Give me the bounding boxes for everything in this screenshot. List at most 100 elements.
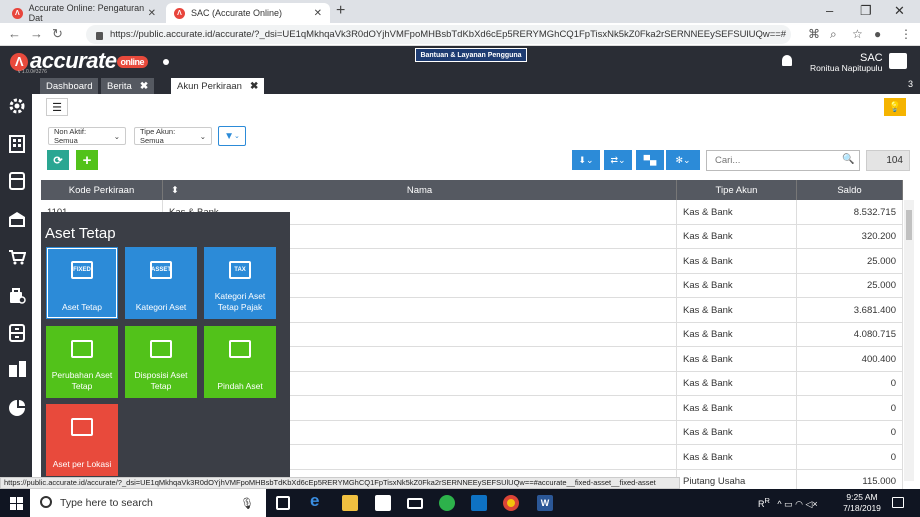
restore-icon[interactable]: ❐: [860, 3, 872, 19]
filter-button[interactable]: ▼ ⌄: [218, 126, 246, 146]
ledger-icon[interactable]: [8, 172, 26, 190]
chrome-icon[interactable]: [503, 495, 519, 511]
cell-saldo: 0: [797, 420, 903, 445]
close-icon[interactable]: ✕: [314, 8, 322, 19]
cell-saldo: 4.080.715: [797, 322, 903, 347]
scrollbar-thumb[interactable]: [906, 210, 912, 240]
tab-dashboard[interactable]: Dashboard: [40, 78, 100, 94]
print-icon: ▀▄: [643, 155, 657, 165]
chevron-down-icon: ⌄: [234, 133, 240, 140]
tile-label: Kategori Aset Tetap Pajak: [214, 291, 266, 312]
reload-icon[interactable]: ↻: [52, 26, 63, 42]
settings-button[interactable]: ✻⌄: [666, 150, 700, 170]
cart-icon[interactable]: [8, 248, 26, 266]
search-icon: [40, 496, 52, 508]
tile-label: Perubahan Aset Tetap: [51, 370, 113, 391]
zoom-icon[interactable]: ⌕: [830, 27, 837, 42]
tile-asset-disposal[interactable]: Disposisi Aset Tetap: [125, 326, 197, 398]
close-icon[interactable]: ✕: [148, 8, 156, 19]
asset-change-icon: [71, 340, 93, 358]
cell-tipe: Kas & Bank: [677, 200, 797, 224]
add-button[interactable]: +: [76, 150, 98, 170]
building-icon[interactable]: [8, 135, 26, 153]
pie-chart-icon[interactable]: [8, 399, 26, 417]
close-window-icon[interactable]: ✕: [894, 3, 905, 19]
download-button[interactable]: ⬇⌄: [572, 150, 600, 170]
browser-tab-active[interactable]: Λ SAC (Accurate Online) ✕: [166, 3, 330, 23]
clock[interactable]: 9:25 AM 7/18/2019: [838, 492, 886, 514]
mail-icon[interactable]: [407, 498, 423, 509]
col-nama-label: Nama: [406, 184, 433, 196]
col-nama[interactable]: ⬍ Nama: [163, 180, 677, 200]
col-tipe[interactable]: Tipe Akun: [677, 180, 797, 200]
lightbulb-icon[interactable]: 💡: [884, 98, 906, 116]
outlook-icon[interactable]: [471, 495, 487, 511]
cell-saldo: 0: [797, 371, 903, 396]
tab-count[interactable]: 3: [908, 79, 913, 89]
close-icon[interactable]: ✖: [250, 81, 258, 92]
col-kode[interactable]: Kode Perkiraan: [41, 180, 163, 200]
word-icon[interactable]: W: [537, 495, 553, 511]
file-explorer-icon[interactable]: [342, 495, 358, 511]
transfer-button[interactable]: ⇄⌄: [604, 150, 632, 170]
print-button[interactable]: ▀▄: [636, 150, 664, 170]
microphone-icon[interactable]: 🎙: [240, 497, 254, 510]
task-view-icon[interactable]: [276, 496, 290, 510]
star-icon[interactable]: ☆: [852, 27, 863, 41]
asset-move-icon: [229, 340, 251, 358]
minimize-icon[interactable]: –: [826, 3, 833, 18]
filter-label: Non Aktif: Semua: [54, 127, 87, 145]
tab-label: Akun Perkiraan: [177, 80, 242, 92]
tab-berita[interactable]: Berita ✖: [101, 78, 156, 94]
notification-icon[interactable]: [892, 497, 904, 508]
windows-start-icon[interactable]: [10, 497, 23, 510]
col-saldo[interactable]: Saldo: [797, 180, 903, 200]
profile-icon[interactable]: ●: [874, 27, 881, 41]
bank-icon[interactable]: [8, 210, 26, 228]
refresh-button[interactable]: ⟳: [47, 150, 69, 170]
url-text: https://public.accurate.id/accurate/?_ds…: [110, 29, 787, 40]
funnel-icon: ▼: [224, 130, 235, 142]
list-view-icon[interactable]: ☰: [46, 98, 68, 116]
url-field[interactable]: https://public.accurate.id/accurate/?_ds…: [86, 25, 791, 44]
tile-asset-location[interactable]: Aset per Lokasi: [46, 404, 118, 476]
tile-tax-category[interactable]: TAX Kategori Aset Tetap Pajak: [204, 247, 276, 319]
settings-gear-icon[interactable]: [8, 97, 26, 115]
cell-saldo: 8.532.715: [797, 200, 903, 224]
tile-asset-move[interactable]: Pindah Aset: [204, 326, 276, 398]
tipe-akun-filter[interactable]: Tipe Akun: Semua ⌄: [134, 127, 212, 145]
tile-asset-change[interactable]: Perubahan Aset Tetap: [46, 326, 118, 398]
forward-icon[interactable]: →: [30, 26, 43, 41]
cell-tipe: Kas & Bank: [677, 273, 797, 298]
fixed-asset-module-icon[interactable]: [8, 360, 26, 378]
translate-icon[interactable]: ⌘: [808, 27, 820, 41]
tile-fixed-asset[interactable]: FIXED Aset Tetap: [46, 247, 118, 319]
bell-icon[interactable]: [782, 55, 792, 66]
transfer-icon: ⇄⌄: [610, 154, 626, 165]
archive-icon[interactable]: [8, 324, 26, 342]
search-input[interactable]: [706, 150, 860, 171]
taskbar: Type here to search 🎙 e W RR ^ ▭ ◠ ◁× 9:…: [0, 489, 920, 517]
tile-label: Disposisi Aset Tetap: [134, 370, 188, 391]
tile-asset-category[interactable]: ASSET Kategori Aset: [125, 247, 197, 319]
download-icon: ⬇⌄: [578, 154, 594, 165]
tab-akun-perkiraan[interactable]: Akun Perkiraan ✖: [171, 78, 266, 94]
new-tab-icon[interactable]: +: [336, 2, 345, 20]
refresh-icon: ⟳: [53, 154, 63, 167]
system-tray[interactable]: RR ^ ▭ ◠ ◁×: [758, 496, 818, 510]
chevron-down-icon: ⌄: [199, 131, 206, 141]
close-icon[interactable]: ✖: [140, 81, 148, 92]
avatar[interactable]: [889, 53, 907, 69]
search-icon[interactable]: 🔍: [842, 154, 854, 165]
non-aktif-filter[interactable]: Non Aktif: Semua ⌄: [48, 127, 126, 145]
whatsapp-icon[interactable]: [439, 495, 455, 511]
edge-icon[interactable]: e: [310, 491, 326, 510]
scrollbar[interactable]: [904, 200, 914, 481]
back-icon[interactable]: ←: [8, 26, 21, 41]
shopping-bag-icon[interactable]: [8, 286, 26, 304]
browser-tab[interactable]: Λ Accurate Online: Pengaturan Dat ✕: [4, 3, 164, 23]
store-icon[interactable]: [375, 495, 391, 511]
help-button[interactable]: Bantuan & Layanan Pengguna: [415, 48, 527, 62]
taskbar-search[interactable]: Type here to search 🎙: [30, 489, 266, 517]
menu-icon[interactable]: ⋮: [900, 27, 912, 41]
